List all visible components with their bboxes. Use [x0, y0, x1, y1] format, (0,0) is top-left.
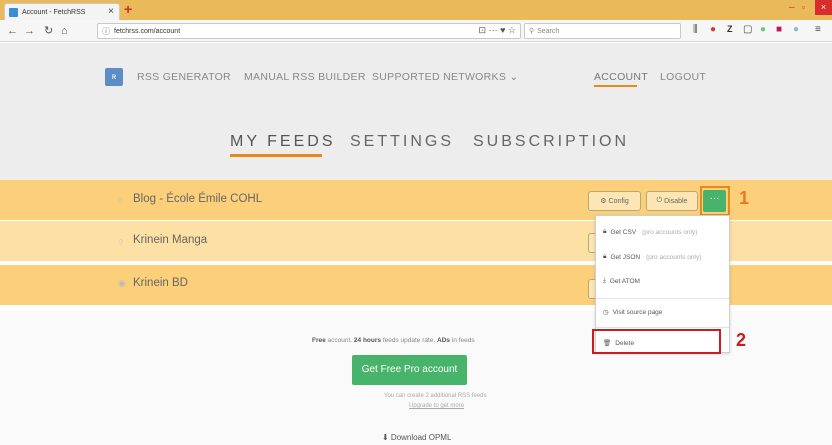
site-info-icon[interactable]: ⓘ — [102, 26, 110, 37]
get-pro-account-button[interactable]: Get Free Pro account — [352, 355, 467, 385]
library-icon[interactable]: ⫼ — [693, 24, 698, 35]
plan-ads: ADs — [437, 337, 451, 344]
address-url: fetchrss.com/account — [114, 27, 181, 35]
globe-icon: ◷ — [603, 309, 609, 316]
search-placeholder: Search — [537, 27, 560, 35]
feed-name[interactable]: Krinein BD — [133, 277, 188, 289]
fetchrss-favicon-icon — [9, 7, 18, 17]
plan-suffix: in feeds — [450, 337, 475, 344]
plan-hours: 24 hours — [353, 337, 382, 344]
screenshot-icon[interactable]: ▢ — [743, 24, 752, 35]
close-window-icon[interactable]: × — [815, 0, 832, 15]
visit-source-item[interactable]: ◷ Visit source page — [603, 308, 663, 317]
gear-icon: ⚙ — [600, 198, 607, 205]
plan-summary: Free account. 24 hours feeds update rate… — [312, 337, 475, 344]
account-active-underline — [594, 85, 637, 87]
lock-icon: 🔒︎ — [603, 253, 607, 260]
home-icon[interactable]: ⌂ — [61, 23, 68, 39]
disable-label: Disable — [664, 197, 688, 205]
tab-my-feeds[interactable]: MY FEEDS — [230, 133, 336, 151]
notification-icon[interactable]: ■ — [776, 24, 782, 35]
upgrade-link[interactable]: Upgrade to get more — [409, 403, 464, 409]
get-csv-item[interactable]: 🔒︎ Get CSV (pro accounts only) — [603, 228, 697, 236]
browser-tab[interactable]: Account - FetchRSS × — [4, 3, 120, 20]
feed-name[interactable]: Blog - École Émile COHL — [133, 193, 262, 205]
search-input[interactable]: ⚲ Search — [524, 23, 681, 39]
reload-icon[interactable]: ↻ — [44, 23, 53, 39]
step-1-highlight — [700, 186, 730, 216]
plan-prefix: account. — [325, 337, 354, 344]
forward-arrow-icon[interactable]: → — [24, 23, 35, 39]
tab-title: Account - FetchRSS — [22, 8, 86, 16]
address-bar[interactable]: ⓘ fetchrss.com/account ⊡ ··· ♥ ☆ — [97, 23, 521, 39]
download-opml-link[interactable]: ⬇ Download OPML — [382, 433, 451, 442]
download-icon: ⤓ — [603, 277, 606, 284]
feed-status-icon: ◉ — [118, 278, 126, 288]
feed-status-icon: ○ — [118, 236, 124, 246]
menu-icon[interactable]: ≡ — [815, 24, 821, 35]
tab-settings[interactable]: SETTINGS — [350, 133, 454, 151]
nav-supported-networks[interactable]: SUPPORTED NETWORKS ⌄ — [372, 71, 518, 83]
plan-free: Free — [312, 337, 326, 344]
maximize-window-icon[interactable]: ▫ — [802, 2, 805, 12]
get-json-label: Get JSON — [610, 253, 641, 261]
power-icon: ⏻ — [656, 197, 663, 204]
config-button[interactable]: ⚙ Config — [588, 191, 641, 211]
menu-divider — [596, 298, 729, 299]
search-icon: ⚲ — [529, 28, 535, 35]
nav-account[interactable]: ACCOUNT — [594, 71, 648, 83]
feed-status-icon: ○ — [118, 195, 124, 205]
feeds-limit-note: You can create 2 additional RSS feeds — [384, 393, 487, 399]
feed-name[interactable]: Krinein Manga — [133, 234, 207, 246]
new-tab-button[interactable]: + — [124, 1, 132, 17]
extension-icon[interactable]: ● — [760, 24, 766, 35]
page-actions-icon[interactable]: ⊡ ··· ♥ ☆ — [479, 25, 516, 36]
get-atom-item[interactable]: ⤓ Get ATOM — [603, 277, 640, 285]
config-label: Config — [608, 197, 629, 205]
step-1-label: 1 — [739, 188, 750, 208]
tab-subscription[interactable]: SUBSCRIPTION — [473, 133, 629, 151]
step-2-label: 2 — [736, 330, 747, 350]
plan-middle: feeds update rate. — [381, 337, 438, 344]
step-2-highlight — [592, 329, 721, 354]
get-json-item[interactable]: 🔒︎ Get JSON (pro accounts only) — [603, 253, 701, 261]
zotero-icon[interactable]: Z — [727, 24, 733, 34]
close-tab-icon[interactable]: × — [108, 6, 114, 17]
lock-icon: 🔒︎ — [603, 228, 607, 235]
json-pro-hint: (pro accounts only) — [646, 253, 702, 261]
disable-button[interactable]: ⏻ Disable — [646, 191, 698, 211]
pocket-icon[interactable]: ● — [710, 24, 716, 35]
get-atom-label: Get ATOM — [609, 277, 640, 285]
menu-divider — [596, 327, 729, 328]
profile-icon[interactable]: ● — [793, 24, 799, 35]
minimize-window-icon[interactable]: – — [789, 2, 795, 13]
nav-manual-rss-builder[interactable]: MANUAL RSS BUILDER — [244, 71, 366, 83]
browser-navbar: ← → ↻ ⌂ ⓘ fetchrss.com/account ⊡ ··· ♥ ☆… — [0, 20, 832, 42]
csv-pro-hint: (pro accounts only) — [642, 228, 698, 236]
nav-rss-generator[interactable]: RSS GENERATOR — [137, 71, 231, 83]
rss-logo-icon[interactable]: ʀ — [105, 68, 123, 86]
nav-logout[interactable]: LOGOUT — [660, 71, 706, 83]
back-arrow-icon[interactable]: ← — [7, 23, 18, 39]
get-csv-label: Get CSV — [610, 228, 637, 236]
visit-source-label: Visit source page — [612, 308, 663, 316]
my-feeds-active-underline — [230, 154, 322, 157]
